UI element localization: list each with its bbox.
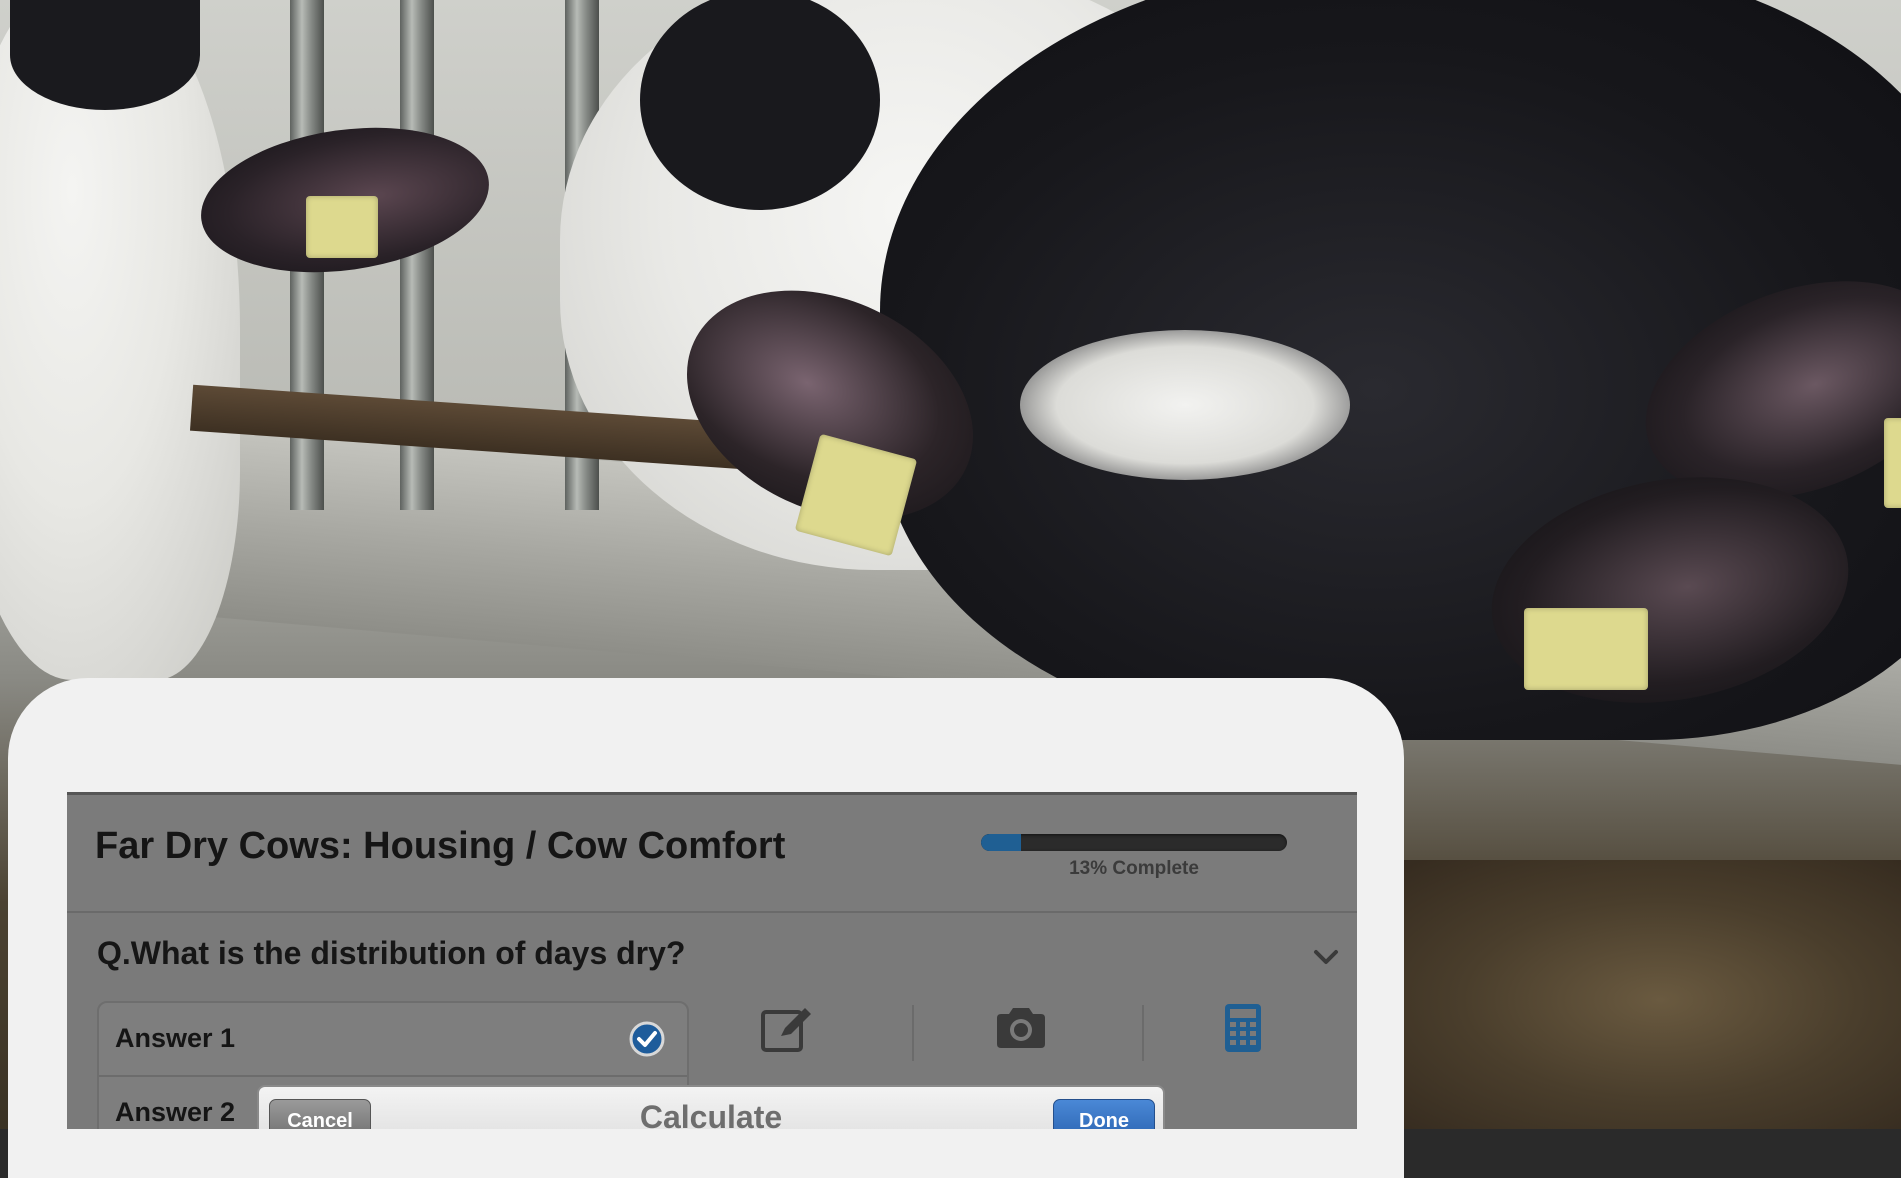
toolbar-divider [912,1005,914,1061]
straw-bedding [1380,860,1901,1129]
done-button[interactable]: Done [1053,1099,1155,1129]
chevron-down-icon[interactable] [1310,942,1342,972]
edit-note-icon[interactable] [759,1002,815,1054]
calculate-popover: Calculate Cancel Done [257,1085,1165,1129]
ear-tag [1524,608,1648,690]
tablet-screen: Far Dry Cows: Housing / Cow Comfort 13% … [67,792,1357,1129]
ear-tag [1884,418,1901,508]
cow-middle-patch [640,0,880,210]
question-text: Q.What is the distribution of days dry? [97,935,686,971]
cow-left-patch [10,0,200,110]
page-title: Far Dry Cows: Housing / Cow Comfort [95,825,786,867]
calculate-title: Calculate [639,1099,783,1129]
toolbar-divider [1142,1005,1144,1061]
answer-option-1[interactable]: Answer 1 [99,1003,687,1077]
answer-label: Answer 2 [115,1097,236,1127]
cancel-button[interactable]: Cancel [269,1099,371,1129]
answer-label: Answer 1 [115,1023,236,1053]
calculator-icon[interactable] [1215,1002,1271,1054]
calf-white-blaze [1020,330,1350,480]
progress-bar [981,834,1287,851]
ear-tag [306,196,378,258]
checkmark-selected-icon [629,1021,665,1057]
survey-header: Far Dry Cows: Housing / Cow Comfort 13% … [67,795,1357,913]
progress-bar-fill [981,834,1021,851]
progress-label: 13% Complete [1069,858,1199,879]
camera-icon[interactable] [993,1002,1049,1054]
